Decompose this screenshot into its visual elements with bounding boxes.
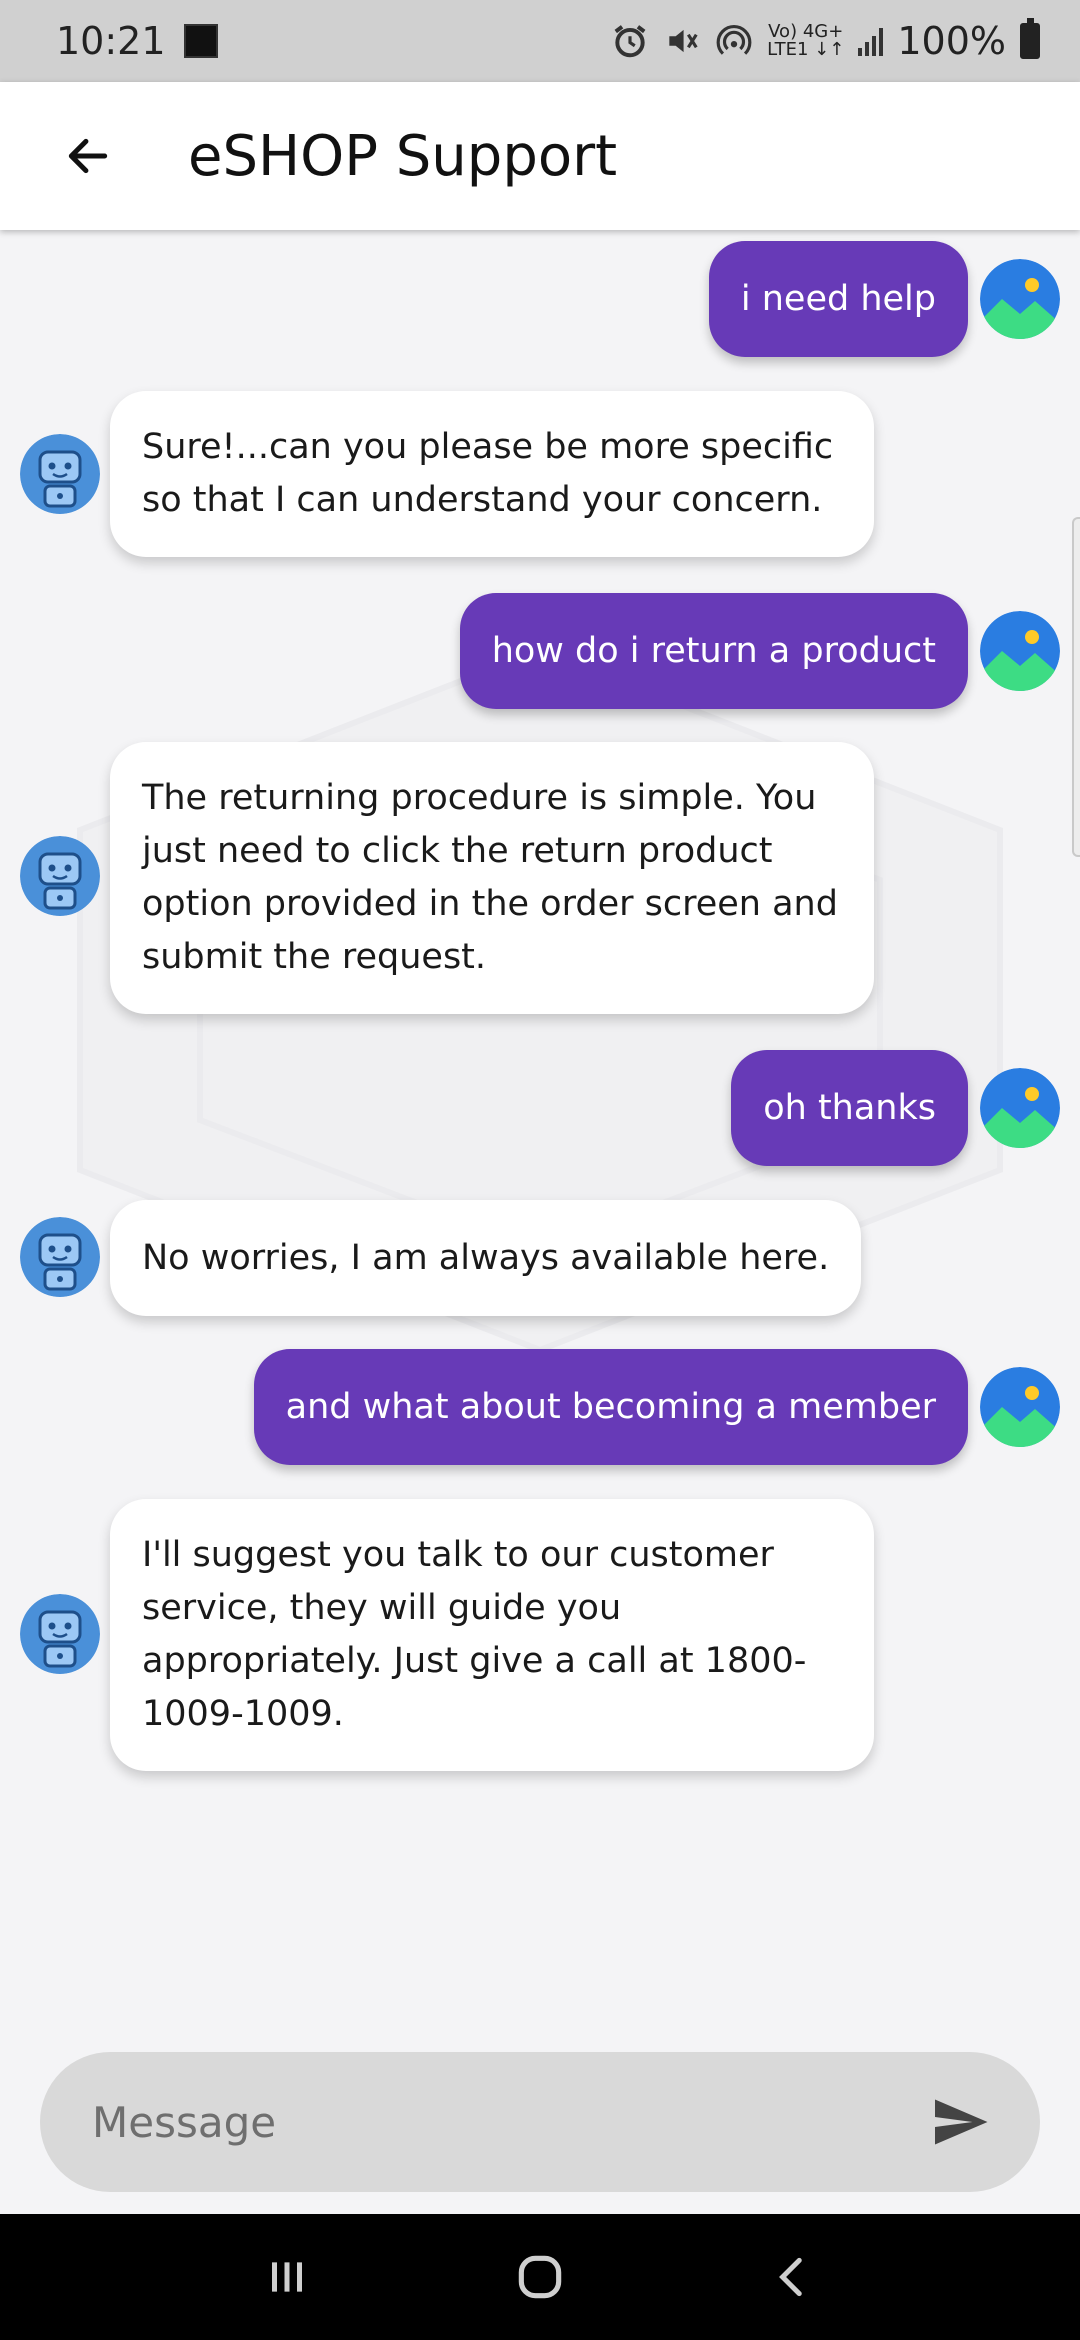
image-placeholder-icon — [980, 259, 1060, 339]
bot-avatar — [20, 836, 100, 916]
chevron-left-icon — [779, 2257, 803, 2297]
user-message-bubble[interactable]: oh thanks — [731, 1050, 968, 1166]
bot-avatar — [20, 1594, 100, 1674]
bot-avatar — [20, 434, 100, 514]
app-bar: eSHOP Support — [0, 82, 1080, 230]
back-button[interactable] — [38, 106, 138, 206]
arrow-left-icon — [68, 138, 108, 174]
user-avatar — [980, 1367, 1060, 1447]
image-placeholder-icon — [980, 1367, 1060, 1447]
image-placeholder-icon — [980, 611, 1060, 691]
bot-message-bubble[interactable]: I'll suggest you talk to our customer se… — [110, 1499, 874, 1771]
mute-icon — [669, 29, 698, 53]
user-message-bubble[interactable]: how do i return a product — [459, 593, 968, 709]
network-text-bottom: LTE1 ↓↑ — [767, 39, 845, 60]
hotspot-icon — [716, 25, 752, 55]
message-text: The returning procedure is simple. You j… — [142, 778, 838, 977]
message-text: No worries, I am always available here. — [142, 1237, 830, 1278]
message-text: how do i return a product — [491, 630, 936, 671]
message-text: i need help — [740, 278, 936, 319]
notification-thumbnail-icon — [183, 24, 218, 58]
status-bar: 10:21 Vo) 4G+ LTE1 ↓↑ 100% — [0, 0, 1080, 82]
bot-message-bubble[interactable]: No worries, I am always available here. — [110, 1200, 862, 1316]
bot-avatar — [20, 1217, 100, 1297]
recents-button[interactable] — [237, 2227, 337, 2327]
message-input[interactable] — [92, 2097, 912, 2147]
user-avatar — [980, 1068, 1060, 1148]
status-right: Vo) 4G+ LTE1 ↓↑ 100% — [611, 18, 1040, 63]
page-title: eSHOP Support — [188, 123, 618, 189]
robot-icon — [20, 1217, 100, 1297]
bot-message-bubble[interactable]: Sure!...can you please be more specific … — [110, 391, 874, 557]
battery-icon — [1020, 18, 1040, 59]
chat-list[interactable]: i need help Sure!...can you please be mo… — [0, 230, 1080, 2050]
status-time: 10:21 — [56, 19, 166, 63]
message-composer — [40, 2052, 1040, 2192]
robot-icon — [20, 836, 100, 916]
bot-message-bubble[interactable]: The returning procedure is simple. You j… — [110, 742, 874, 1014]
image-placeholder-icon — [980, 1068, 1060, 1148]
message-text: oh thanks — [763, 1087, 936, 1128]
status-left: 10:21 — [56, 19, 218, 63]
send-button[interactable] — [920, 2082, 1000, 2162]
user-avatar — [980, 259, 1060, 339]
user-message-bubble[interactable]: and what about becoming a member — [253, 1349, 968, 1465]
signal-icon — [858, 26, 884, 56]
robot-icon — [20, 434, 100, 514]
battery-percent: 100% — [897, 19, 1006, 63]
message-text: I'll suggest you talk to our customer se… — [142, 1535, 807, 1734]
user-message-bubble[interactable]: i need help — [708, 241, 968, 357]
network-indicator: Vo) 4G+ LTE1 ↓↑ — [767, 23, 844, 59]
message-text: Sure!...can you please be more specific … — [142, 427, 834, 520]
recents-icon — [271, 2262, 302, 2292]
robot-icon — [20, 1594, 100, 1674]
user-avatar — [980, 611, 1060, 691]
message-text: and what about becoming a member — [285, 1386, 936, 1427]
home-button[interactable] — [490, 2227, 590, 2327]
system-nav-bar — [0, 2214, 1080, 2340]
back-nav-button[interactable] — [743, 2227, 843, 2327]
alarm-icon — [614, 25, 646, 58]
home-icon — [518, 2255, 562, 2299]
send-icon — [935, 2099, 988, 2145]
scrollbar[interactable] — [1072, 517, 1080, 857]
